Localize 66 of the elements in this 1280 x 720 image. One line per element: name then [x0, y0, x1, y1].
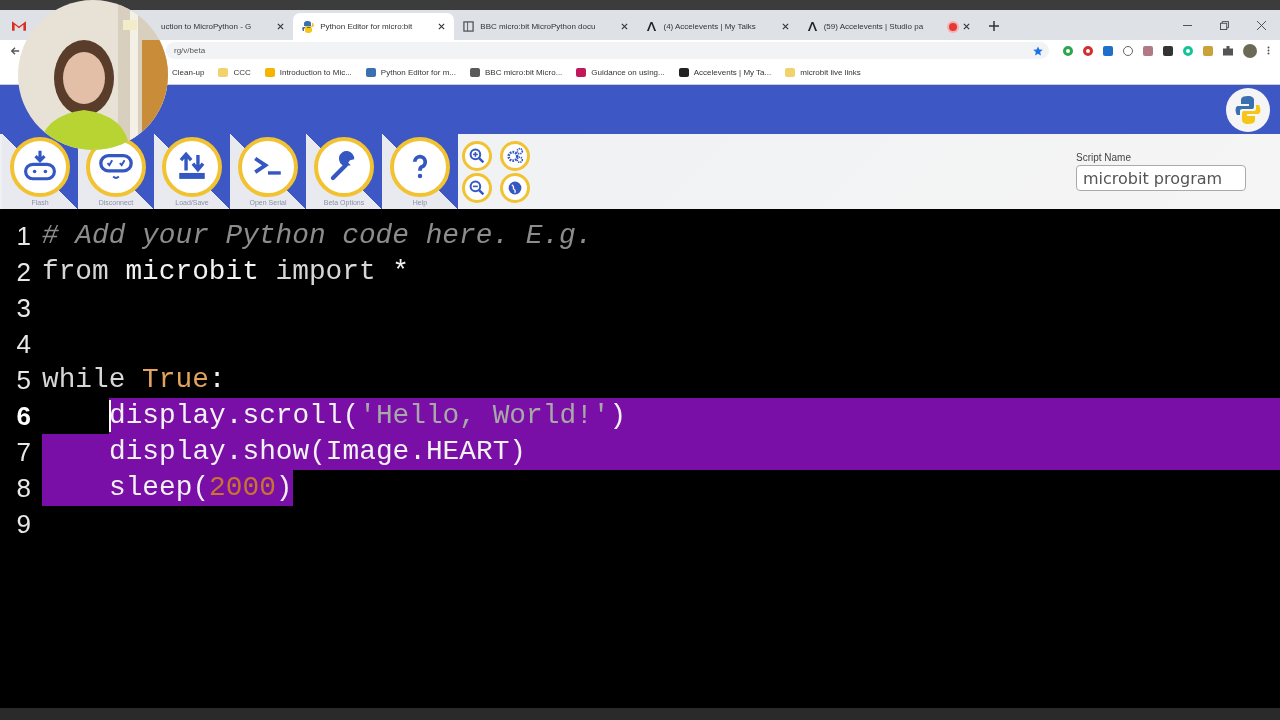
bookmark-link[interactable]: Python Editor for m... [365, 68, 456, 77]
bookmark-icon [678, 68, 689, 77]
bookmark-link[interactable]: Introduction to Mic... [264, 68, 352, 77]
code-line: from microbit import * [42, 255, 409, 289]
close-icon[interactable] [277, 23, 285, 30]
back-arrow-icon[interactable] [10, 45, 20, 56]
line-number: 8 [15, 472, 32, 505]
code-line: while True: [42, 363, 226, 397]
zoom-out-button[interactable] [462, 172, 492, 203]
line-number: 7 [15, 436, 32, 469]
restore-icon[interactable] [1220, 21, 1229, 30]
extension-icon[interactable] [1163, 45, 1173, 56]
folder-icon [785, 68, 796, 77]
close-icon[interactable] [621, 23, 629, 30]
bookmark-icon [470, 68, 480, 77]
browser-tab[interactable]: BBC micro:bit MicroPython docu [454, 13, 638, 40]
code-line: display.scroll('Hello, World!') [109, 399, 627, 433]
star-icon[interactable] [1033, 45, 1043, 56]
bookmark-icon [264, 68, 275, 77]
menu-icon[interactable] [1267, 45, 1270, 56]
bookmark-link[interactable]: microbit live links [785, 68, 861, 77]
python-icon [302, 20, 315, 33]
globe-icon [507, 179, 523, 196]
bookmark-icon [576, 68, 587, 77]
gears-icon [506, 147, 524, 164]
bookmark-link[interactable]: Clean-up [172, 68, 205, 77]
browser-tab[interactable]: Python Editor for micro:bit [293, 13, 455, 40]
close-icon[interactable] [438, 23, 446, 30]
code-line: # Add your Python code here. E.g. [42, 219, 593, 253]
close-icon[interactable] [1257, 21, 1266, 30]
bookmark-link[interactable]: Guidance on using... [576, 68, 665, 77]
accelevents-icon [646, 21, 658, 32]
browser-tab[interactable]: uction to MicroPython - G [152, 13, 294, 40]
line-number: 4 [15, 328, 32, 361]
globe-button[interactable] [500, 172, 530, 203]
docs-icon [463, 21, 475, 32]
browser-tab[interactable]: (59) Accelevents | Studio pa [797, 13, 980, 40]
script-name-field[interactable]: microbit program [1076, 165, 1246, 191]
zoom-in-icon [469, 147, 485, 164]
settings-button[interactable] [500, 140, 530, 171]
bookmark-link[interactable]: BBC micro:bit Micro... [470, 68, 563, 77]
line-number: 2 [15, 256, 32, 289]
close-icon[interactable] [781, 23, 789, 30]
line-number: 3 [15, 292, 32, 325]
python-logo [1226, 87, 1270, 132]
folder-icon [218, 68, 229, 77]
extensions-icon[interactable] [1223, 45, 1233, 56]
line-number: 5 [15, 364, 32, 397]
bookmark-icon [365, 68, 376, 77]
line-number: 6 [15, 400, 32, 433]
field-label: Script Name [1076, 152, 1132, 163]
code-line: display.show(Image.HEART) [109, 435, 527, 469]
zoom-out-icon [469, 179, 485, 196]
close-icon[interactable] [963, 23, 971, 30]
address-field[interactable]: rg/v/beta [166, 42, 1049, 59]
new-tab-icon[interactable] [989, 21, 1000, 31]
gmail-icon[interactable] [12, 20, 26, 31]
line-number: 9 [15, 508, 32, 541]
zoom-in-button[interactable] [462, 140, 492, 171]
bookmark-link[interactable]: Accelevents | My Ta... [678, 68, 772, 77]
code-line: sleep(2000) [109, 471, 293, 505]
browser-tab[interactable]: (4) Accelevents | My Talks [637, 13, 798, 40]
profile-avatar[interactable] [1243, 43, 1257, 58]
line-number: 1 [15, 220, 32, 253]
bookmark-link[interactable]: CCC [218, 68, 251, 77]
accelevents-icon [806, 21, 818, 32]
